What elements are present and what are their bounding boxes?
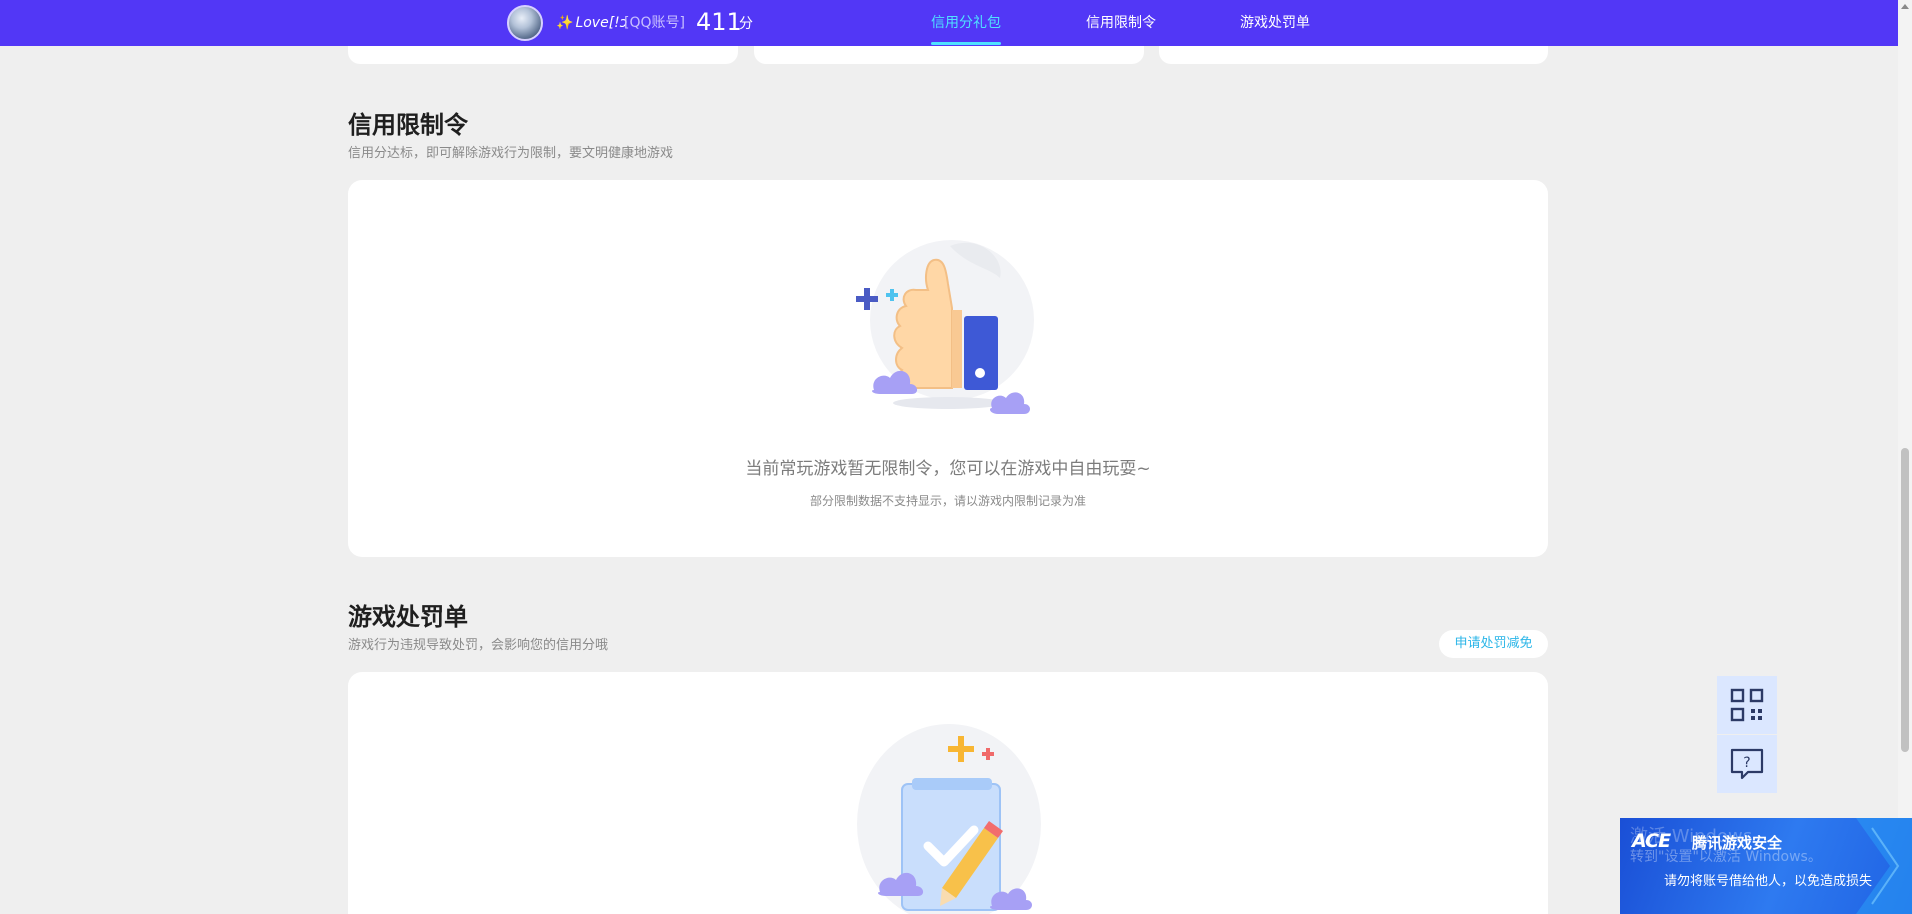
credit-score: 411 [696,8,742,36]
restriction-empty-card: 当前常玩游戏暂无限制令，您可以在游戏中自由玩耍~ 部分限制数据不支持显示，请以游… [348,180,1548,557]
banner-warning-text: 请勿将账号借给他人，以免造成损失 [1664,874,1873,889]
thumbs-up-illustration [856,240,1034,414]
avatar[interactable] [507,5,543,41]
apply-penalty-reduction-button[interactable]: 申请处罚减免 [1439,630,1548,658]
tab-penalty-list[interactable]: 游戏处罚单 [1240,13,1310,33]
help-button[interactable]: ? [1717,735,1777,793]
penalty-empty-card [348,672,1548,914]
penalty-section-subtitle: 游戏行为违规导致处罚，会影响您的信用分哦 [348,638,609,653]
restriction-empty-note: 部分限制数据不支持显示，请以游戏内限制记录为准 [809,494,1086,508]
username: ✨ Love[!ɔ [556,13,627,33]
top-nav-bar: ✨ Love[!ɔ [QQ账号] 411 分 信用分礼包 信用限制令 游戏处罚单 [0,0,1898,46]
penalty-section-title: 游戏处罚单 [348,603,468,631]
account-type-label: [QQ账号] [624,15,685,31]
scrollbar-thumb[interactable] [1901,448,1909,752]
svg-text:?: ? [1743,755,1750,771]
security-banner[interactable]: 激活 Windows 转到"设置"以激活 Windows。 ACE 腾讯游戏安全… [1620,818,1912,914]
clipboard-check-illustration [857,724,1041,914]
active-tab-underline [931,42,1001,45]
scroll-up-arrow-icon[interactable] [1900,2,1910,12]
restriction-empty-text: 当前常玩游戏暂无限制令，您可以在游戏中自由玩耍~ [745,459,1151,479]
qr-code-icon [1730,688,1764,722]
help-chat-icon: ? [1730,748,1764,780]
sparkle-icon: ✨ [556,15,574,31]
credit-score-unit: 分 [739,16,753,32]
username-text: Love[!ɔ [575,15,628,31]
tab-credit-gift[interactable]: 信用分礼包 [931,13,1001,33]
restriction-section-title: 信用限制令 [348,111,468,139]
ace-logo: ACE [1632,830,1671,852]
qr-code-button[interactable] [1717,676,1777,734]
banner-title: 腾讯游戏安全 [1692,834,1783,852]
tab-restriction-order[interactable]: 信用限制令 [1086,13,1156,33]
restriction-section-subtitle: 信用分达标，即可解除游戏行为限制，要文明健康地游戏 [348,146,674,161]
